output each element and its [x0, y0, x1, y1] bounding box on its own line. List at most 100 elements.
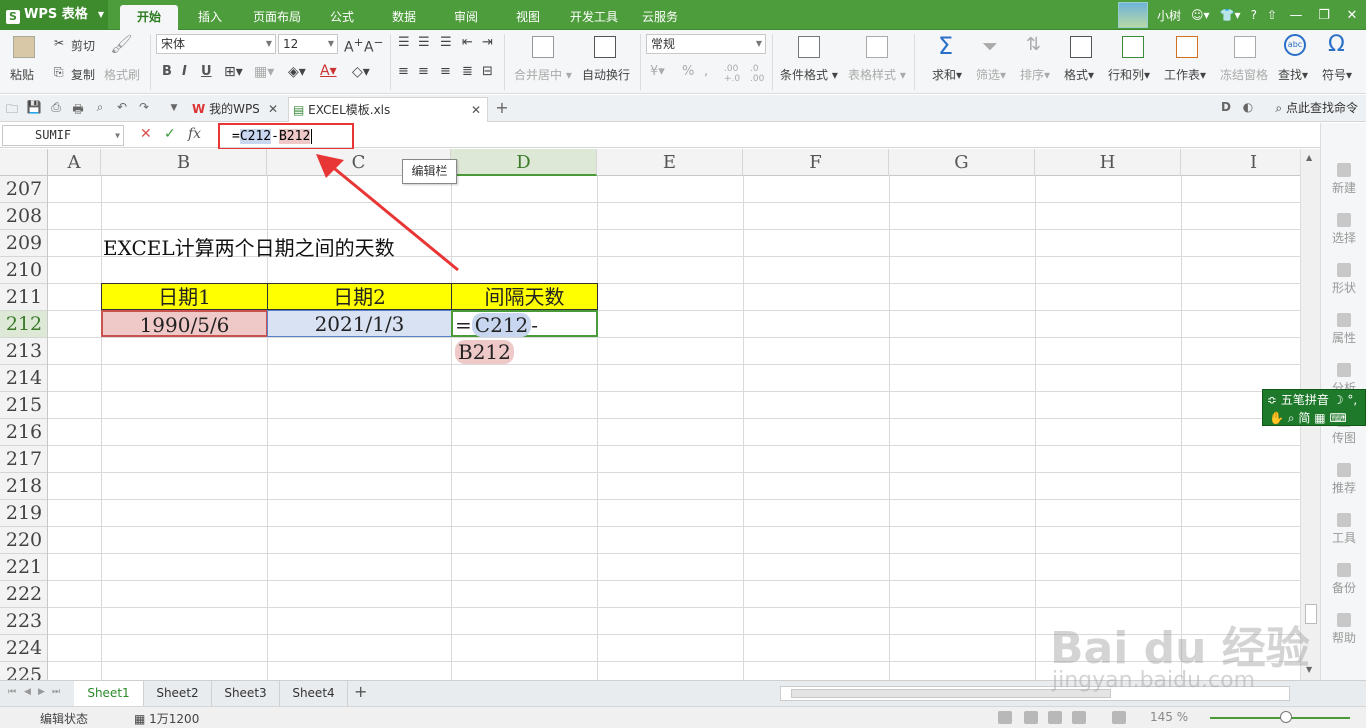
row-header[interactable]: 219	[0, 500, 47, 527]
row-header[interactable]: 220	[0, 527, 47, 554]
cell-b209-title[interactable]: EXCEL计算两个日期之间的天数	[103, 232, 395, 261]
d-icon[interactable]: D	[1218, 100, 1234, 116]
find-command-box[interactable]: ⌕ 点此查找命令	[1275, 95, 1358, 122]
worksheet-button[interactable]: 工作表▾	[1164, 66, 1206, 83]
row-header[interactable]: 224	[0, 635, 47, 662]
clear-format-icon[interactable]: ◇▾	[352, 64, 370, 80]
redo-icon[interactable]: ↷	[136, 100, 152, 116]
close-icon[interactable]: ✕	[471, 98, 481, 122]
preview-icon[interactable]: ⌕	[92, 100, 108, 116]
sigma-icon[interactable]: Σ	[938, 32, 953, 60]
punctuation-icon[interactable]: °,	[1347, 393, 1357, 407]
format-painter-button[interactable]: 格式刷	[104, 66, 140, 83]
row-header[interactable]: 217	[0, 446, 47, 473]
normal-view-icon[interactable]	[998, 711, 1012, 724]
column-header-e[interactable]: E	[597, 149, 743, 176]
page-break-view-icon[interactable]	[1024, 711, 1038, 724]
cancel-icon[interactable]: ✕	[140, 126, 152, 142]
zoom-level[interactable]: 145 %	[1150, 710, 1188, 724]
sort-button[interactable]: 排序▾	[1020, 66, 1050, 83]
cut-button[interactable]: 剪切	[71, 37, 95, 54]
shirt-icon[interactable]: 👕▾	[1220, 8, 1241, 22]
row-header[interactable]: 222	[0, 581, 47, 608]
formula-input[interactable]: =C212-B212	[218, 123, 354, 150]
sheet-tab-2[interactable]: Sheet2	[144, 681, 212, 706]
row-col-button[interactable]: 行和列▾	[1108, 66, 1150, 83]
save-icon[interactable]: 💾	[26, 100, 42, 116]
keyboard-icon[interactable]: ⌨	[1329, 411, 1346, 425]
undo-icon[interactable]: ↶	[114, 100, 130, 116]
paste-button[interactable]: 粘贴	[10, 66, 34, 83]
bold-icon[interactable]: B	[162, 64, 172, 79]
tab-excel-file[interactable]: ▤ EXCEL模板.xls ✕	[288, 97, 488, 122]
format-icon[interactable]	[1070, 36, 1092, 58]
fx-icon[interactable]: fx	[188, 126, 201, 142]
align-middle-icon[interactable]: ☰	[418, 35, 430, 50]
border-icon[interactable]: ⊞▾	[224, 64, 243, 80]
tab-developer[interactable]: 开发工具	[562, 5, 626, 30]
new-tab-icon[interactable]: +	[494, 98, 510, 117]
align-left-icon[interactable]: ≡	[398, 64, 409, 79]
collapse-ribbon-icon[interactable]: ⇧	[1267, 8, 1277, 22]
row-header[interactable]: 208	[0, 203, 47, 230]
tab-insert[interactable]: 插入	[184, 5, 236, 30]
avatar[interactable]	[1118, 2, 1149, 28]
search-icon[interactable]: ⌕	[1288, 411, 1295, 425]
merge-center-button[interactable]: 合并居中 ▾	[514, 66, 572, 83]
close-icon[interactable]: ✕	[268, 97, 278, 121]
align-top-icon[interactable]: ☰	[398, 35, 410, 50]
row-header[interactable]: 214	[0, 365, 47, 392]
worksheet-icon[interactable]	[1176, 36, 1198, 58]
sort-icon[interactable]: ⇅	[1026, 34, 1041, 55]
close-icon[interactable]: ✕	[1338, 8, 1366, 23]
clipboard-icon[interactable]	[13, 36, 35, 58]
row-header[interactable]: 210	[0, 257, 47, 284]
row-header[interactable]: 211	[0, 284, 47, 311]
freeze-pane-icon[interactable]	[1234, 36, 1256, 58]
find-button[interactable]: 查找▾	[1278, 66, 1308, 83]
row-header[interactable]: 218	[0, 473, 47, 500]
freeze-button[interactable]: 冻结窗格	[1220, 66, 1268, 83]
side-tools-button[interactable]: 工具	[1321, 513, 1366, 546]
tab-review[interactable]: 审阅	[442, 5, 490, 30]
sheet-tab-1[interactable]: Sheet1	[74, 681, 144, 706]
ime-toolbar[interactable]: ≎ 五笔拼音 ☽ °, ✋ ⌕ 简 ▦ ⌨	[1262, 389, 1366, 426]
first-sheet-icon[interactable]: ⏮	[8, 687, 16, 697]
cell-b212[interactable]: 1990/5/6	[101, 310, 268, 337]
row-col-icon[interactable]	[1122, 36, 1144, 58]
align-bottom-icon[interactable]: ☰	[440, 35, 452, 50]
prev-sheet-icon[interactable]: ◀	[24, 687, 31, 697]
chevron-down-icon[interactable]: ▼	[166, 103, 182, 119]
format-button[interactable]: 格式▾	[1064, 66, 1094, 83]
thousands-icon[interactable]: ,	[704, 64, 708, 79]
row-header[interactable]: 213	[0, 338, 47, 365]
tab-formulas[interactable]: 公式	[318, 5, 366, 30]
cell-d212-active[interactable]: = C212 -B212	[451, 310, 598, 364]
increase-decimal-icon[interactable]: .00 +.0	[724, 64, 740, 84]
scroll-thumb[interactable]	[1305, 604, 1317, 624]
side-recommend-button[interactable]: 推荐	[1321, 463, 1366, 496]
side-property-button[interactable]: 属性	[1321, 313, 1366, 346]
align-center-icon[interactable]: ≡	[418, 64, 429, 79]
user-name[interactable]: 小树	[1157, 7, 1181, 24]
tab-data[interactable]: 数据	[380, 5, 428, 30]
table-style-icon[interactable]	[866, 36, 888, 58]
side-help-button[interactable]: 帮助	[1321, 613, 1366, 646]
add-sheet-icon[interactable]: +	[354, 682, 367, 701]
font-name-select[interactable]: 宋体 ▼	[156, 34, 276, 54]
name-box[interactable]: SUMIF ▼	[2, 125, 124, 146]
column-header-a[interactable]: A	[48, 149, 101, 176]
folder-icon[interactable]: 🗀	[4, 100, 20, 116]
sum-button[interactable]: 求和▾	[932, 66, 962, 83]
side-new-button[interactable]: 新建	[1321, 163, 1366, 196]
tab-my-wps[interactable]: W 我的WPS ✕	[188, 97, 284, 122]
minimize-icon[interactable]: —	[1282, 8, 1310, 23]
minimize-tab-icon[interactable]: ◐	[1240, 100, 1256, 116]
row-header[interactable]: 209	[0, 230, 47, 257]
reading-mode-icon[interactable]	[1048, 711, 1062, 724]
side-shape-button[interactable]: 形状	[1321, 263, 1366, 296]
row-header[interactable]: 215	[0, 392, 47, 419]
moon-icon[interactable]: ☽	[1333, 393, 1344, 407]
underline-icon[interactable]: U	[201, 64, 212, 79]
last-sheet-icon[interactable]: ⏭	[52, 687, 60, 697]
